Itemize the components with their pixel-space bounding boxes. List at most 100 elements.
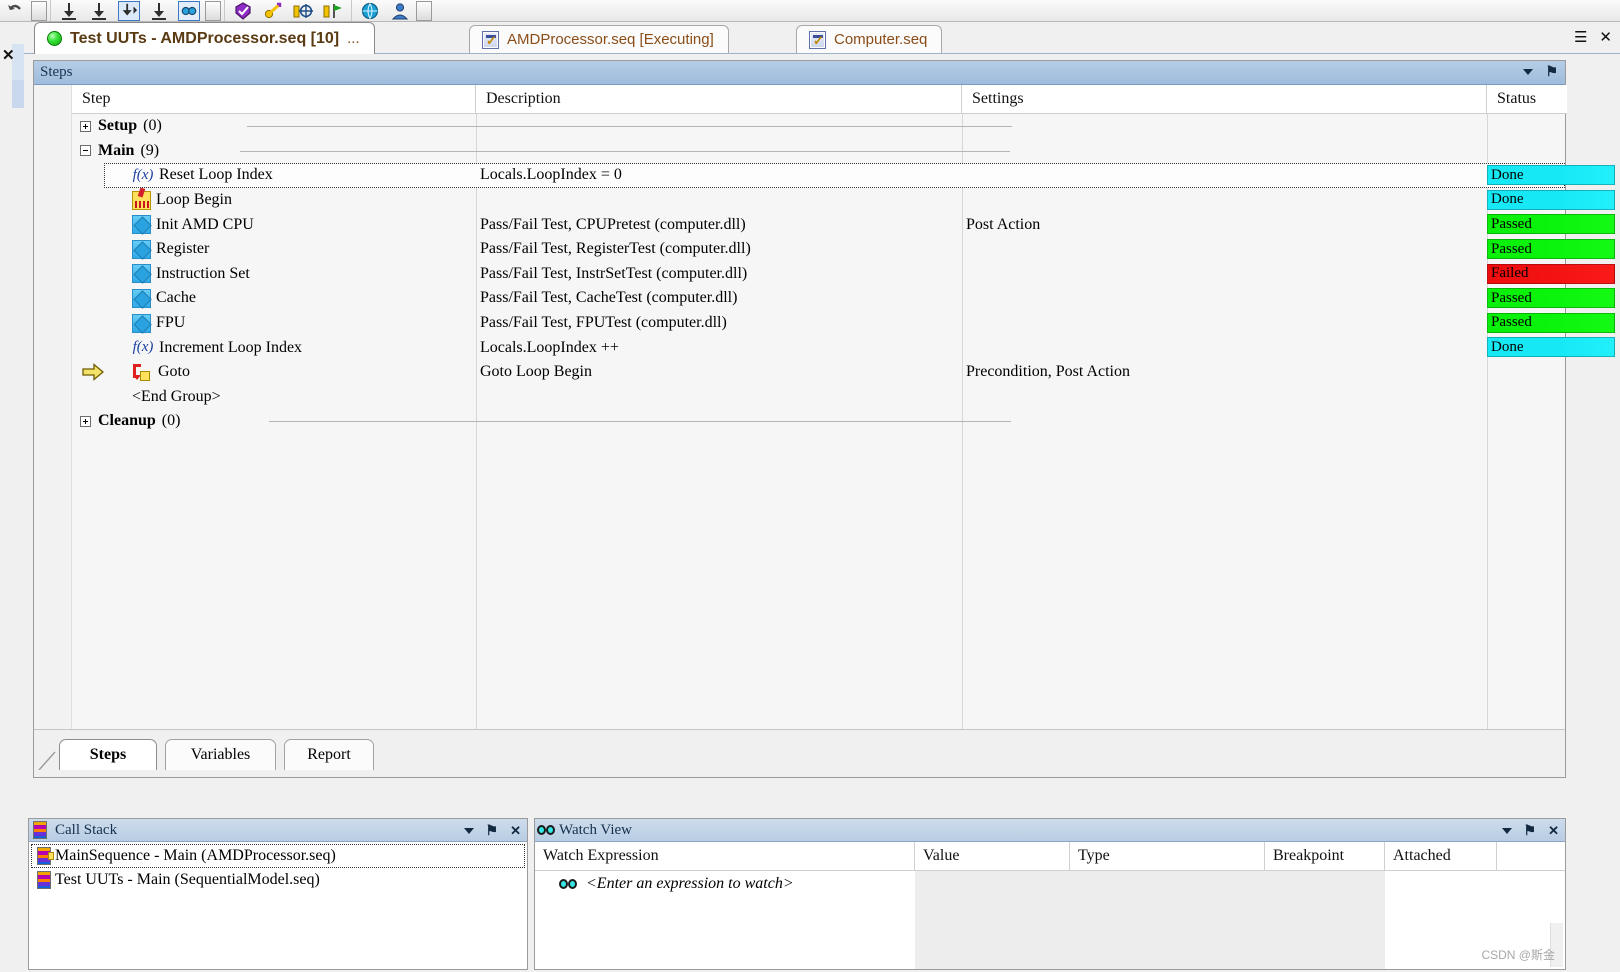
column-header-spacer xyxy=(1497,842,1565,871)
step-over-icon[interactable] xyxy=(84,0,114,21)
steps-grid: Step Description Settings Status Setup (… xyxy=(34,85,1615,731)
watch-expression-placeholder: <Enter an expression to watch> xyxy=(586,875,794,892)
call-stack-pin-icon[interactable]: ⚑ xyxy=(486,822,499,839)
table-row[interactable]: Cleanup (0) xyxy=(72,409,1565,434)
tab-label-computer: Computer.seq xyxy=(834,31,928,48)
step-count: (9) xyxy=(140,141,160,159)
tab-amdprocessor-seq[interactable]: ✓ AMDProcessor.seq [Executing] xyxy=(469,25,729,53)
watch-dropdown-icon[interactable] xyxy=(205,0,221,21)
undo-icon[interactable] xyxy=(0,0,30,21)
flag-icon[interactable] xyxy=(318,0,348,21)
step-name: Main xyxy=(98,141,135,159)
tab-bar-controls: ☰ ✕ xyxy=(1574,28,1612,46)
table-row[interactable]: Main (9) xyxy=(72,139,1565,164)
tab-test-uuts[interactable]: Test UUTs - AMDProcessor.seq [10] ... xyxy=(34,22,375,54)
step-into-icon[interactable] xyxy=(54,0,84,21)
expression-fx-icon: f(x) xyxy=(132,339,154,356)
execution-pointer-icon xyxy=(82,363,105,381)
tab-steps[interactable]: Steps xyxy=(59,739,157,770)
close-tab-icon[interactable]: ✕ xyxy=(1599,28,1612,46)
table-row[interactable]: Register Pass/Fail Test, RegisterTest (c… xyxy=(72,237,1615,262)
tab-computer-seq[interactable]: ✓ Computer.seq xyxy=(796,25,943,53)
call-stack-dropdown-icon[interactable] xyxy=(463,827,474,834)
status-badge: Passed xyxy=(1487,288,1615,309)
call-stack-pane: Call Stack ⚑ ✕ MainSequence - Main (AMDP… xyxy=(28,818,528,970)
step-name: Increment Loop Index xyxy=(159,338,303,356)
document-tab-bar: Test UUTs - AMDProcessor.seq [10] ... ✓ … xyxy=(24,22,1620,54)
step-description: Pass/Fail Test, CacheTest (computer.dll) xyxy=(480,289,738,307)
steps-body: Setup (0) Main (9) f(x) Reset Loop Index… xyxy=(72,114,1615,731)
step-description: Pass/Fail Test, FPUTest (computer.dll) xyxy=(480,314,727,332)
table-row[interactable]: Goto Goto Loop Begin Precondition, Post … xyxy=(72,360,1565,385)
call-stack-frame-icon xyxy=(37,871,51,889)
steps-pane: Steps ⚑ Step Description Settings Status xyxy=(33,60,1615,778)
steps-pane-dropdown-icon[interactable] xyxy=(1523,68,1534,75)
collapse-main-icon[interactable] xyxy=(80,145,91,157)
steps-gutter xyxy=(34,85,72,731)
user-icon[interactable] xyxy=(385,0,415,21)
watermark-text: CSDN @斯金 xyxy=(1481,948,1555,962)
table-row[interactable]: FPU Pass/Fail Test, FPUTest (computer.dl… xyxy=(72,311,1615,336)
expand-setup-icon[interactable] xyxy=(80,120,91,132)
tab-report[interactable]: Report xyxy=(284,739,374,770)
call-stack-controls: ⚑ ✕ xyxy=(463,822,521,839)
column-header-watch-expression[interactable]: Watch Expression xyxy=(535,842,915,871)
toolbar-separator-1 xyxy=(47,0,54,21)
badge-icon[interactable] xyxy=(228,0,258,21)
binoculars-icon xyxy=(537,824,557,837)
table-row[interactable]: Instruction Set Pass/Fail Test, InstrSet… xyxy=(72,262,1615,287)
table-row[interactable]: f(x) Increment Loop Index Locals.LoopInd… xyxy=(72,335,1615,360)
green-led-icon xyxy=(47,31,62,46)
watch-view-close-icon[interactable]: ✕ xyxy=(1548,823,1559,839)
column-header-type[interactable]: Type xyxy=(1070,842,1265,871)
steps-sub-tab-bar: Steps Variables Report xyxy=(34,729,1565,777)
test-step-icon xyxy=(132,215,151,235)
column-header-step[interactable]: Step xyxy=(72,85,476,114)
table-row[interactable]: Cache Pass/Fail Test, CacheTest (compute… xyxy=(72,286,1615,311)
call-stack-frame-label: Test UUTs - Main (SequentialModel.seq) xyxy=(55,871,320,888)
status-badge: Failed xyxy=(1487,263,1615,284)
current-frame-marker-icon xyxy=(48,852,54,860)
break-execution-icon[interactable] xyxy=(144,0,174,21)
list-item[interactable]: MainSequence - Main (AMDProcessor.seq) xyxy=(31,844,525,868)
column-header-settings[interactable]: Settings xyxy=(962,85,1487,114)
step-out-active-icon[interactable] xyxy=(114,0,144,21)
column-header-status[interactable]: Status xyxy=(1487,85,1567,114)
key-icon[interactable] xyxy=(258,0,288,21)
tab-variables[interactable]: Variables xyxy=(165,739,276,770)
call-stack-close-icon[interactable]: ✕ xyxy=(510,823,521,839)
group-rule xyxy=(247,126,1012,128)
column-header-description[interactable]: Description xyxy=(476,85,962,114)
table-row[interactable]: Setup (0) xyxy=(72,114,1565,139)
call-stack-list: MainSequence - Main (AMDProcessor.seq) T… xyxy=(31,844,525,967)
test-step-icon xyxy=(132,288,151,308)
globe-icon[interactable] xyxy=(355,0,385,21)
column-header-breakpoint[interactable]: Breakpoint xyxy=(1265,842,1385,871)
column-header-value[interactable]: Value xyxy=(915,842,1070,871)
undo-dropdown-icon[interactable] xyxy=(31,0,47,21)
status-badge: Passed xyxy=(1487,214,1615,235)
steps-pane-pin-icon[interactable]: ⚑ xyxy=(1545,63,1558,80)
call-stack-frame-label: MainSequence - Main (AMDProcessor.seq) xyxy=(55,847,336,864)
table-row[interactable]: f(x) Reset Loop Index Locals.LoopIndex =… xyxy=(104,163,1615,188)
watch-expression-icon[interactable] xyxy=(174,0,204,21)
watch-view-pin-icon[interactable]: ⚑ xyxy=(1524,822,1537,839)
list-item[interactable]: Test UUTs - Main (SequentialModel.seq) xyxy=(31,868,525,892)
table-row[interactable]: Init AMD CPU Pass/Fail Test, CPUPretest … xyxy=(72,212,1615,237)
watch-expression-placeholder-row[interactable]: <Enter an expression to watch> xyxy=(535,871,1565,897)
table-row[interactable]: <End Group> xyxy=(72,385,1565,410)
user-dropdown-icon[interactable] xyxy=(416,0,432,21)
toolbar-separator-3 xyxy=(348,0,355,21)
step-name: Setup xyxy=(98,117,138,135)
tab-overflow-ellipsis: ... xyxy=(347,30,360,47)
insert-target-icon[interactable] xyxy=(288,0,318,21)
column-header-attached[interactable]: Attached xyxy=(1385,842,1497,871)
close-docked-pane-icon[interactable]: ✕ xyxy=(2,46,15,64)
expand-cleanup-icon[interactable] xyxy=(80,415,91,427)
step-settings: Precondition, Post Action xyxy=(966,363,1130,381)
tab-list-menu-icon[interactable]: ☰ xyxy=(1574,28,1587,46)
watch-view-dropdown-icon[interactable] xyxy=(1501,827,1512,834)
step-name: Goto xyxy=(158,363,190,381)
table-row[interactable]: Loop Begin Done xyxy=(72,187,1615,213)
step-name: Cleanup xyxy=(98,412,156,430)
